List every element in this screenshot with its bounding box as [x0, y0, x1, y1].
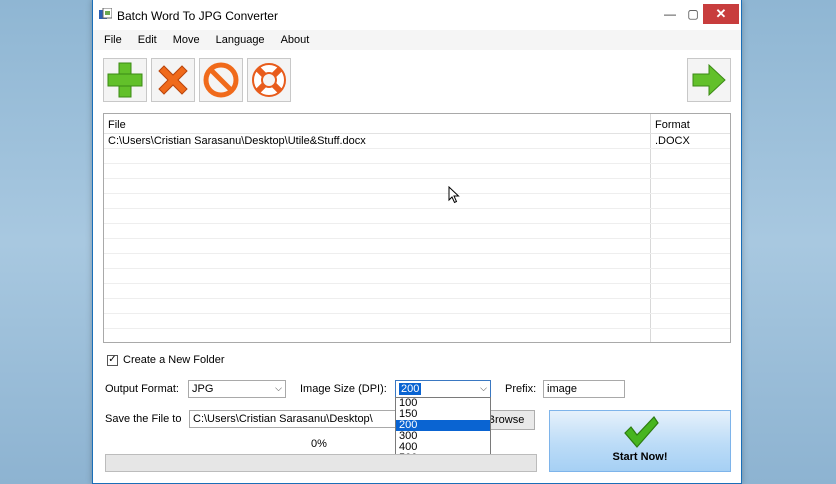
image-size-value: 200: [399, 383, 422, 395]
create-folder-option[interactable]: ✓ Create a New Folder: [107, 354, 225, 366]
image-size-select[interactable]: 200 ⌵: [395, 380, 491, 398]
menu-file[interactable]: File: [102, 32, 124, 48]
empty-row: [104, 239, 730, 254]
empty-row: [104, 194, 730, 209]
file-path-cell: C:\Users\Cristian Sarasanu\Desktop\Utile…: [104, 134, 651, 148]
output-format-select[interactable]: JPG ⌵: [188, 380, 286, 398]
app-icon: [99, 8, 112, 19]
start-now-label: Start Now!: [612, 451, 668, 463]
empty-row: [104, 329, 730, 342]
empty-row: [104, 224, 730, 239]
menu-about[interactable]: About: [279, 32, 312, 48]
add-files-button[interactable]: [103, 58, 147, 102]
maximize-button[interactable]: ▢: [683, 4, 703, 24]
main-window: Batch Word To JPG Converter — ▢ ✕ File E…: [92, 0, 742, 484]
mouse-cursor-icon: [448, 186, 460, 204]
column-header-format[interactable]: Format: [651, 114, 730, 133]
menu-edit[interactable]: Edit: [136, 32, 159, 48]
empty-row: [104, 284, 730, 299]
progress-percent: 0%: [311, 438, 327, 450]
prefix-label: Prefix:: [505, 383, 537, 395]
empty-row: [104, 164, 730, 179]
file-format-cell: .DOCX: [655, 135, 690, 147]
chevron-down-icon: ⌵: [480, 383, 487, 393]
minimize-button[interactable]: —: [660, 4, 680, 24]
close-button[interactable]: ✕: [703, 4, 739, 24]
next-step-button[interactable]: [687, 58, 731, 102]
checkmark-icon: [624, 416, 659, 448]
create-folder-label: Create a New Folder: [123, 354, 225, 366]
empty-row: [104, 299, 730, 314]
output-format-value: JPG: [192, 383, 214, 395]
output-format-label: Output Format:: [105, 383, 179, 395]
empty-row: [104, 149, 730, 164]
table-row[interactable]: C:\Users\Cristian Sarasanu\Desktop\Utile…: [104, 134, 730, 149]
remove-x-icon: [158, 65, 188, 95]
empty-row: [104, 209, 730, 224]
list-header: File Format: [104, 114, 730, 134]
prefix-input[interactable]: image: [543, 380, 625, 398]
save-to-label: Save the File to: [105, 413, 182, 425]
chevron-down-icon: ⌵: [275, 383, 282, 393]
file-list[interactable]: File Format C:\Users\Cristian Sarasanu\D…: [103, 113, 731, 343]
create-folder-checkbox[interactable]: ✓: [107, 354, 118, 366]
clear-no-icon: [203, 62, 239, 98]
clear-list-button[interactable]: [199, 58, 243, 102]
start-now-button[interactable]: Start Now!: [549, 410, 731, 472]
remove-file-button[interactable]: [151, 58, 195, 102]
empty-row: [104, 179, 730, 194]
window-title: Batch Word To JPG Converter: [117, 9, 278, 23]
empty-row: [104, 254, 730, 269]
empty-row: [104, 314, 730, 329]
image-size-label: Image Size (DPI):: [300, 383, 387, 395]
help-button[interactable]: [247, 58, 291, 102]
empty-row: [104, 269, 730, 284]
lifebuoy-help-icon: [252, 63, 286, 97]
title-bar: Batch Word To JPG Converter — ▢ ✕: [93, 0, 741, 30]
add-plus-icon: [107, 62, 143, 98]
menu-language[interactable]: Language: [214, 32, 267, 48]
next-arrow-icon: [692, 63, 726, 97]
column-header-file[interactable]: File: [104, 114, 651, 133]
progress-bar: [105, 454, 537, 472]
menu-bar: File Edit Move Language About: [93, 30, 741, 50]
menu-move[interactable]: Move: [171, 32, 202, 48]
